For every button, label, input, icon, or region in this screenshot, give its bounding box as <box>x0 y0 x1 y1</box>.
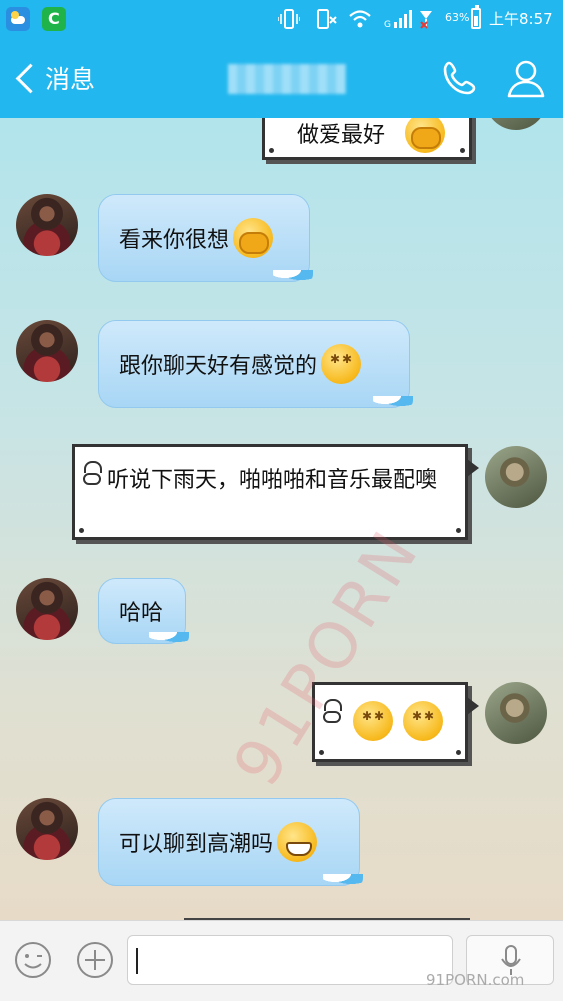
phone-icon[interactable] <box>440 58 480 98</box>
watermark-footer: 91PORN.com <box>426 971 525 989</box>
message-text: 看来你很想 <box>119 228 230 253</box>
message-bubble-outgoing[interactable]: 听说下雨天，啪啪啪和音乐最配噢 <box>72 444 479 540</box>
shy-emoji-icon <box>405 118 445 153</box>
vibrate-icon <box>278 9 300 29</box>
battery-percent: 63% <box>445 11 470 24</box>
avatar-self[interactable] <box>485 446 547 508</box>
wifi-icon <box>349 10 371 28</box>
battery-icon <box>471 5 481 29</box>
message-bubble-outgoing[interactable]: 做爱最好 <box>262 118 472 160</box>
avatar-contact[interactable] <box>16 578 78 640</box>
message-text: 做爱最好 <box>297 123 386 148</box>
contact-name-blurred <box>228 64 346 94</box>
dizzy-emoji-icon <box>353 701 393 741</box>
dizzy-emoji-icon <box>403 701 443 741</box>
svg-text:G: G <box>384 20 391 29</box>
message-text: 可以聊到高潮吗 <box>119 832 274 857</box>
grin-emoji-icon <box>277 822 318 862</box>
input-bar: 91PORN.com <box>0 920 563 1001</box>
chat-area[interactable]: 做爱最好 看来你很想 跟你聊天好有感觉的 听说下雨天，啪啪啪和音乐最配噢 哈哈 <box>0 118 563 920</box>
status-bar: G 63% 上午8:57 <box>0 0 563 38</box>
back-label: 消息 <box>45 65 96 94</box>
green-app-icon <box>42 7 66 31</box>
message-input[interactable] <box>127 935 453 985</box>
signal-2-icon <box>420 11 432 29</box>
plus-icon[interactable] <box>76 941 114 979</box>
shy-emoji-icon <box>233 218 274 258</box>
avatar-self[interactable] <box>485 682 547 744</box>
message-text: 哈哈 <box>119 601 164 626</box>
clock: 上午8:57 <box>489 10 553 28</box>
pig-decoration-icon <box>81 461 102 487</box>
nav-bar: 消息 <box>0 38 563 118</box>
back-button[interactable]: 消息 <box>12 56 95 100</box>
avatar-self[interactable] <box>485 118 547 130</box>
avatar-contact[interactable] <box>16 194 78 256</box>
weather-app-icon <box>6 7 30 31</box>
message-bubble-incoming[interactable]: 跟你聊天好有感觉的 <box>98 320 413 410</box>
emoji-icon[interactable] <box>14 941 52 979</box>
message-bubble-incoming[interactable]: 哈哈 <box>98 578 189 646</box>
avatar-contact[interactable] <box>16 798 78 860</box>
message-text: 听说下雨天，啪啪啪和音乐最配噢 <box>107 468 438 493</box>
back-chevron-icon <box>15 63 46 93</box>
avatar-contact[interactable] <box>16 320 78 382</box>
message-bubble-incoming[interactable]: 看来你很想 <box>98 194 313 284</box>
message-text: 跟你聊天好有感觉的 <box>119 354 318 379</box>
mute-icon <box>317 9 337 29</box>
signal-icon: G <box>384 10 412 29</box>
message-bubble-incoming[interactable]: 可以聊到高潮吗 <box>98 798 363 888</box>
dizzy-emoji-icon <box>321 344 362 384</box>
person-icon[interactable] <box>506 58 546 98</box>
